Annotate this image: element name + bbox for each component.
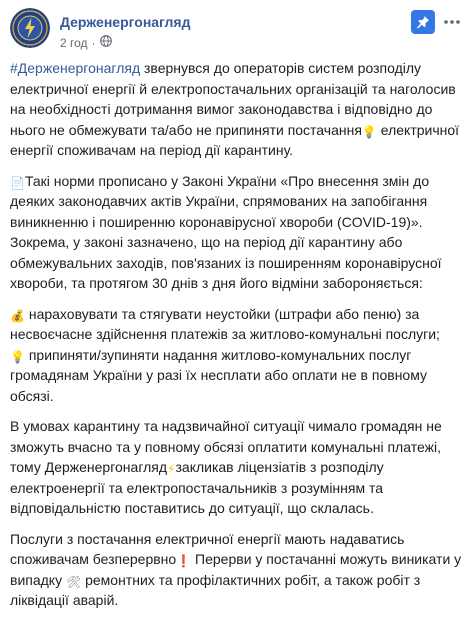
post-meta: 2 год · — [60, 35, 112, 50]
paragraph-2-text: Такі норми прописано у Законі України «П… — [10, 172, 442, 292]
exclamation-icon: ❗ — [176, 554, 192, 568]
paragraph-5: Послуги з постачання електричної енергії… — [10, 529, 465, 611]
pin-icon — [417, 16, 429, 29]
paragraph-4: В умовах карантину та надзвичайної ситуа… — [10, 416, 465, 519]
paragraph-3: 💰 нараховувати та стягувати неустойки (ш… — [10, 304, 465, 407]
more-options-button[interactable] — [441, 10, 463, 34]
hashtag-link[interactable]: #Держенергонагляд — [10, 60, 140, 76]
money-bag-icon: 💰 — [10, 308, 25, 323]
paragraph-3-text-a: нараховувати та стягувати неустойки (штр… — [10, 305, 440, 343]
post-header: Держенергонагляд 2 год · — [10, 8, 463, 52]
paragraph-2: 📄Такі норми прописано у Законі України «… — [10, 171, 465, 294]
lightbulb-icon: 💡 — [10, 349, 25, 364]
pin-button[interactable] — [411, 10, 435, 34]
paragraph-3-text-b: припиняти/зупиняти надання житлово-комун… — [10, 346, 427, 404]
derzhenergonagliad-logo — [10, 8, 50, 48]
document-icon: 📄 — [10, 175, 25, 190]
more-icon — [444, 20, 460, 24]
globe-icon[interactable] — [99, 35, 112, 50]
paragraph-1: #Держенергонагляд звернувся до операторі… — [10, 58, 465, 161]
facebook-post: Держенергонагляд 2 год · #Держенергонагл… — [0, 0, 473, 608]
lightbulb-icon: 💡 — [361, 124, 377, 139]
page-name[interactable]: Держенергонагляд — [60, 14, 191, 30]
page-avatar[interactable] — [10, 8, 50, 48]
meta-separator: · — [91, 35, 96, 50]
post-body: #Держенергонагляд звернувся до операторі… — [10, 58, 465, 621]
post-time[interactable]: 2 год — [60, 36, 88, 50]
tools-icon: 🛠 — [65, 574, 82, 589]
